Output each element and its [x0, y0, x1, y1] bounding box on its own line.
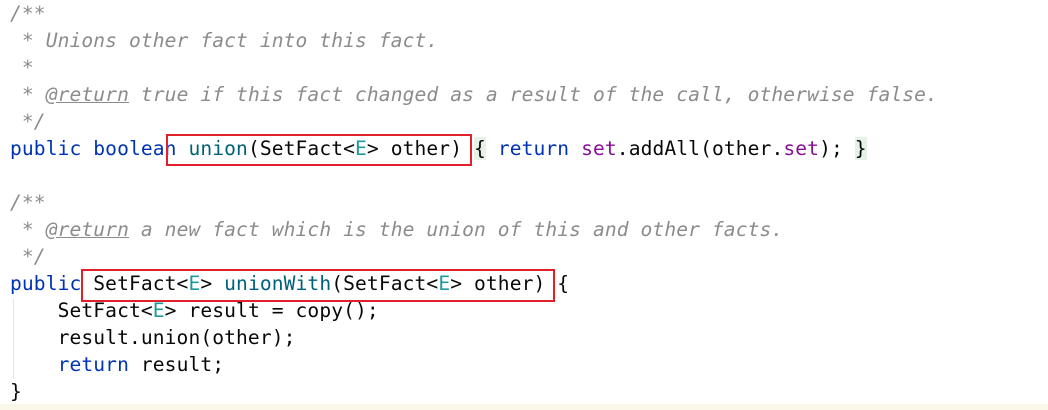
code-line[interactable]: public boolean union(SetFact<E> other) {…	[10, 135, 938, 162]
code-token: public	[10, 137, 94, 160]
code-token: */	[10, 245, 46, 268]
code-token: return	[497, 137, 582, 160]
code-line[interactable]: public SetFact<E> unionWith(SetFact<E> o…	[10, 270, 938, 297]
code-token: *	[10, 218, 46, 241]
code-token: > result = copy();	[164, 299, 379, 322]
code-editor[interactable]: /** * Unions other fact into this fact. …	[10, 0, 938, 405]
code-token: E	[188, 272, 201, 295]
code-token: E	[438, 272, 451, 295]
code-token: (SetFact<	[331, 272, 439, 295]
code-token: }	[10, 380, 22, 403]
code-token: public	[10, 272, 94, 295]
code-token: return	[10, 353, 141, 376]
code-token: union	[188, 137, 248, 160]
code-line[interactable]: SetFact<E> result = copy();	[10, 297, 938, 324]
code-line[interactable]: result.union(other);	[10, 324, 938, 351]
code-token: /**	[10, 2, 46, 25]
code-token: /**	[10, 191, 46, 214]
code-line[interactable]: /**	[10, 189, 938, 216]
code-line[interactable]: /**	[10, 0, 938, 27]
code-token: set	[783, 137, 820, 160]
code-line[interactable]: * Unions other fact into this fact.	[10, 27, 938, 54]
code-token: E	[355, 137, 367, 160]
code-token: unionWith	[224, 272, 332, 295]
code-line[interactable]: */	[10, 243, 938, 270]
code-token: *	[10, 56, 34, 79]
code-token: a new fact which is the union of this an…	[128, 218, 784, 241]
code-token: {	[474, 137, 486, 160]
code-token: boolean	[93, 137, 189, 160]
code-token: SetFact<	[93, 272, 189, 295]
code-token: result.union(other);	[10, 326, 296, 349]
code-token: result;	[140, 353, 225, 376]
code-token: SetFact<	[10, 299, 153, 322]
code-line[interactable]	[10, 162, 938, 189]
code-token: * Unions other fact into this fact.	[10, 29, 439, 52]
code-token: >	[200, 272, 225, 295]
code-token: */	[10, 110, 46, 133]
code-token: (SetFact<	[247, 137, 356, 160]
code-token: set	[581, 137, 617, 160]
code-line[interactable]: */	[10, 108, 938, 135]
code-line[interactable]: * @return a new fact which is the union …	[10, 216, 938, 243]
code-line[interactable]: return result;	[10, 351, 938, 378]
code-line[interactable]: * @return true if this fact changed as a…	[10, 81, 938, 108]
code-token: E	[152, 299, 165, 322]
code-token: );	[819, 137, 855, 160]
code-token: }	[854, 137, 867, 160]
code-token: > other)	[366, 137, 474, 160]
code-token: *	[10, 83, 46, 106]
code-token: @return	[45, 218, 129, 241]
code-token: true if this fact changed as a result of…	[128, 83, 938, 106]
code-token: .addAll(other.	[616, 137, 784, 160]
code-token: @return	[45, 83, 129, 106]
code-line[interactable]: }	[10, 378, 938, 405]
code-line[interactable]: *	[10, 54, 938, 81]
code-token: > other) {	[450, 272, 570, 295]
